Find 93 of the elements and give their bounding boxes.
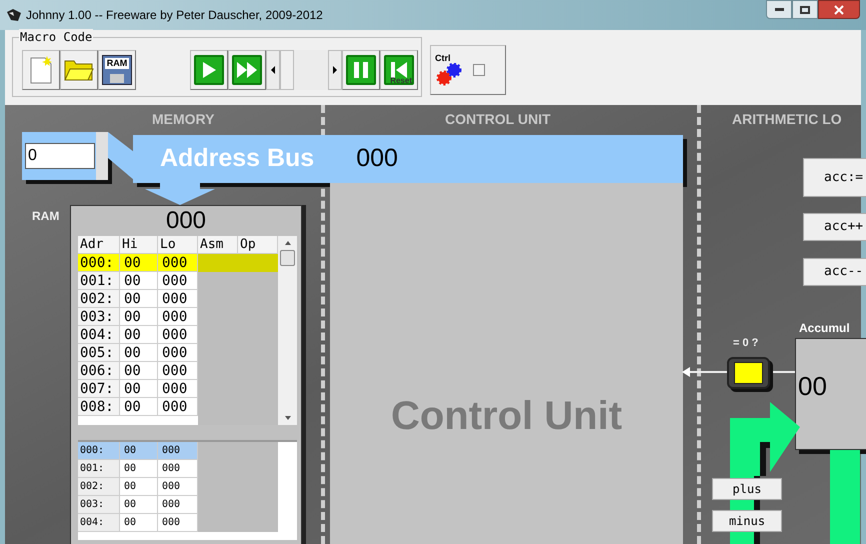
- hi-cell: 00: [120, 326, 158, 344]
- step-button[interactable]: [342, 50, 380, 90]
- alu-button[interactable]: acc++: [803, 213, 866, 241]
- bus-connector-block: [96, 132, 108, 180]
- address-cell: 004:: [78, 326, 120, 344]
- new-document-icon: [28, 55, 54, 85]
- lo-cell: 000: [158, 362, 198, 380]
- address-cell: 001:: [78, 460, 120, 478]
- address-cell: 000:: [78, 254, 120, 272]
- file-button[interactable]: [60, 50, 98, 90]
- lo-cell: 000: [158, 344, 198, 362]
- lo-cell: 000: [158, 460, 198, 478]
- hi-cell: 00: [120, 362, 158, 380]
- lo-cell: 000: [158, 254, 198, 272]
- hi-cell: 00: [120, 272, 158, 290]
- op-cell: [238, 254, 278, 272]
- alu-button[interactable]: acc--: [803, 258, 866, 286]
- hi-cell: 00: [120, 308, 158, 326]
- hi-cell: 00: [120, 380, 158, 398]
- play-icon: [194, 55, 224, 85]
- section-heading: CONTROL UNIT: [445, 110, 551, 129]
- hi-cell: 00: [120, 442, 158, 460]
- operation-button[interactable]: plus: [712, 478, 782, 500]
- column-header: Asm: [198, 236, 238, 254]
- control-unit-label: Control Unit: [390, 392, 622, 440]
- hi-cell: 00: [120, 290, 158, 308]
- file-button[interactable]: [22, 50, 60, 90]
- address-cell: 003:: [78, 308, 120, 326]
- column-header: Adr: [78, 236, 120, 254]
- ram-icon-text: RAM: [104, 58, 130, 69]
- lo-cell: 000: [158, 398, 198, 416]
- operation-button[interactable]: minus: [712, 510, 782, 532]
- lo-cell: 000: [158, 442, 198, 460]
- run-button[interactable]: [190, 50, 228, 90]
- hi-cell: 00: [120, 496, 158, 514]
- reset-icon-text: Reset: [390, 77, 412, 85]
- section-heading: ARITHMETIC LO: [732, 110, 842, 129]
- address-cell: 002:: [78, 478, 120, 496]
- lo-cell: 000: [158, 290, 198, 308]
- skip-back-icon: [389, 61, 409, 79]
- lo-cell: 000: [158, 380, 198, 398]
- hi-cell: 00: [120, 254, 158, 272]
- address-cell: 007:: [78, 380, 120, 398]
- lo-cell: 000: [158, 272, 198, 290]
- ram-label: RAM: [32, 208, 60, 225]
- speed-scrollbar-drawing[interactable]: [266, 50, 342, 90]
- hi-cell: 00: [120, 398, 158, 416]
- hi-cell: 00: [120, 460, 158, 478]
- address-cell: 001:: [78, 272, 120, 290]
- lo-cell: 000: [158, 326, 198, 344]
- hi-cell: 00: [120, 478, 158, 496]
- file-button[interactable]: RAM: [98, 50, 136, 90]
- column-header: Hi: [120, 236, 158, 254]
- fast-forward-icon: [232, 55, 262, 85]
- column-header: Op: [238, 236, 278, 254]
- ctrl-checkbox[interactable]: [473, 64, 485, 76]
- address-cell: 006:: [78, 362, 120, 380]
- address-cell: 003:: [78, 496, 120, 514]
- address-cell: 008:: [78, 398, 120, 416]
- hi-cell: 00: [120, 514, 158, 532]
- close-button[interactable]: [818, 0, 860, 19]
- ctrl-label: Ctrl: [435, 53, 452, 63]
- zero-flag-label: = 0 ?: [733, 336, 758, 351]
- minimize-button[interactable]: [766, 0, 792, 19]
- ram-value: 000: [166, 206, 206, 236]
- lo-cell: 000: [158, 308, 198, 326]
- pause-icon: [346, 55, 376, 85]
- address-cell: 005:: [78, 344, 120, 362]
- address-cell: 004:: [78, 514, 120, 532]
- address-cell: 002:: [78, 290, 120, 308]
- gears-icon: [435, 63, 463, 87]
- close-icon: [834, 4, 844, 14]
- lo-cell: 000: [158, 496, 198, 514]
- address-bus-value: 000: [356, 143, 398, 174]
- address-input-field[interactable]: 0: [25, 143, 95, 169]
- section-heading: MEMORY: [152, 110, 214, 129]
- window-title: Johnny 1.00 -- Freeware by Peter Dauscher, 2009-2012: [26, 7, 323, 24]
- app-logo-icon: [6, 8, 22, 22]
- lo-cell: 000: [158, 478, 198, 496]
- address-cell: 000:: [78, 442, 120, 460]
- column-header: Lo: [158, 236, 198, 254]
- hi-cell: 00: [120, 344, 158, 362]
- folder-icon: [64, 58, 94, 82]
- accumulator-label: Accumul: [799, 320, 850, 337]
- lo-cell: 000: [158, 514, 198, 532]
- step-button[interactable]: Reset: [380, 50, 418, 90]
- address-bus-label: Address Bus: [160, 143, 314, 174]
- alu-button[interactable]: acc:=: [803, 158, 866, 197]
- maximize-button[interactable]: [792, 0, 818, 19]
- accumulator-value: 00: [798, 371, 827, 401]
- table-scrollbar-drawing[interactable]: [278, 236, 297, 425]
- asm-cell: [198, 254, 238, 272]
- run-button[interactable]: [228, 50, 266, 90]
